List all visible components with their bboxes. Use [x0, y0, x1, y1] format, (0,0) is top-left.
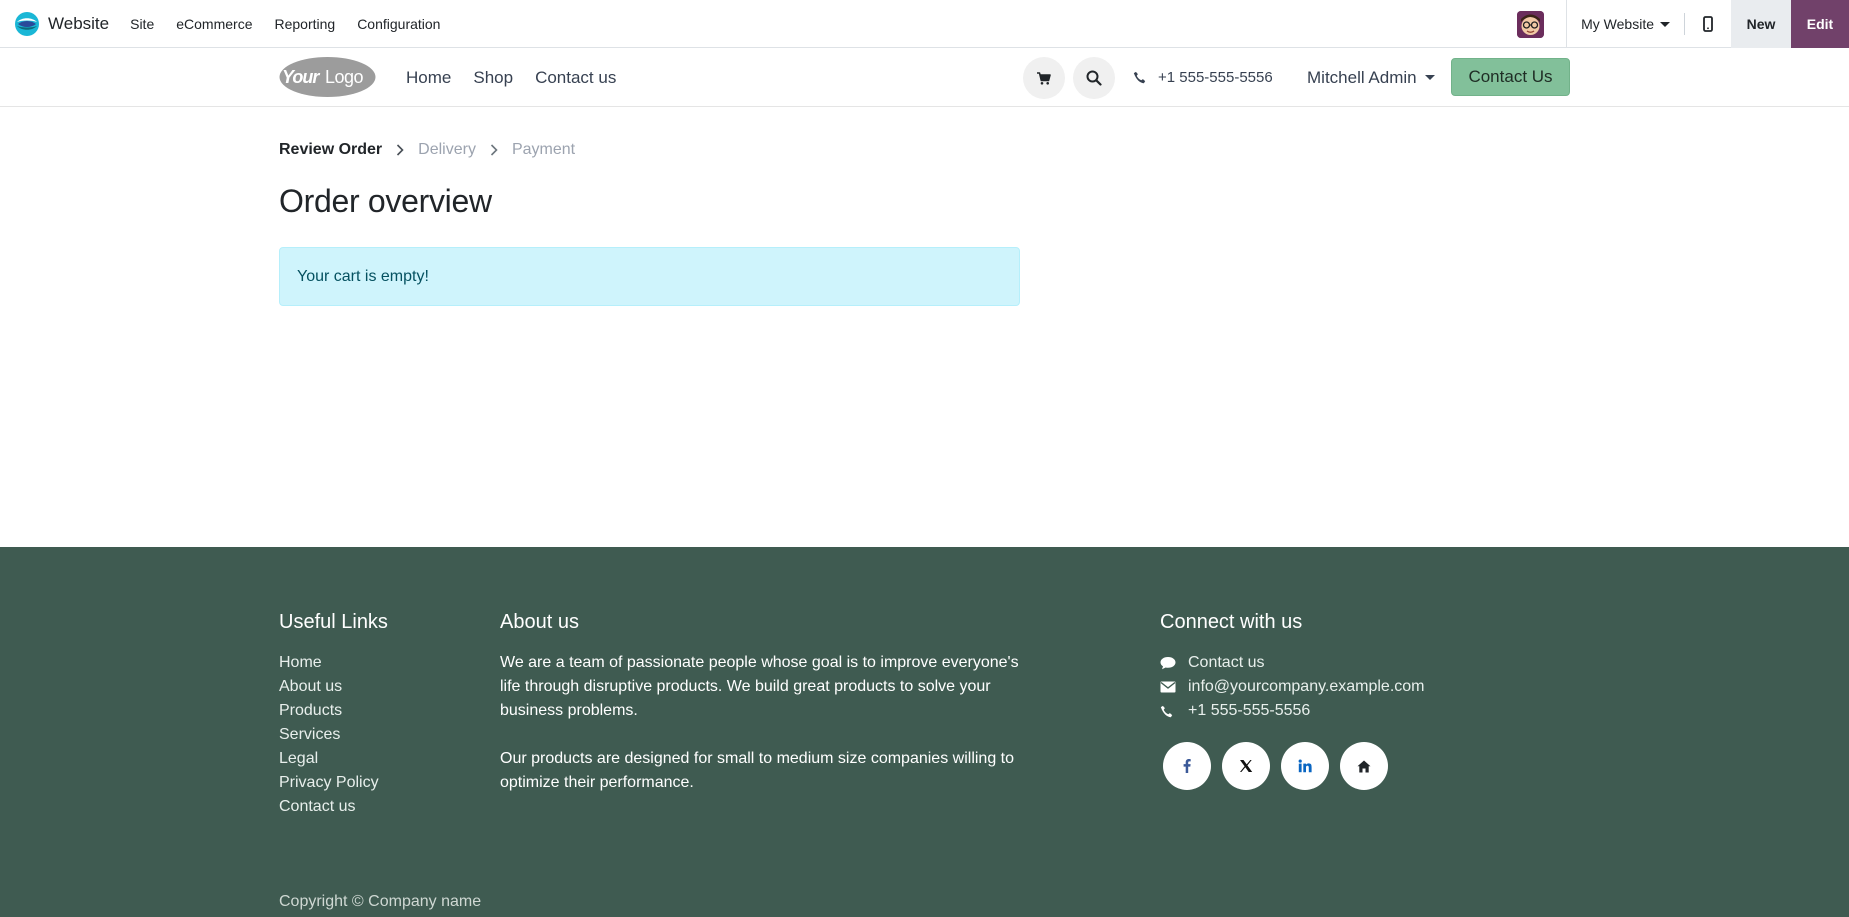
footer-phone-label: +1 555-555-5556: [1188, 702, 1311, 719]
footer-link-about-us[interactable]: About us: [279, 675, 388, 699]
about-paragraph: We are a team of passionate people whose…: [500, 654, 1019, 719]
website-switcher[interactable]: My Website: [1567, 0, 1684, 48]
nav-home[interactable]: Home: [395, 68, 462, 88]
home-icon: [1357, 760, 1371, 772]
site-footer: Useful Links Home About us Products Serv…: [0, 547, 1849, 917]
footer-email[interactable]: info@yourcompany.example.com: [1160, 675, 1425, 699]
checkout-steps: Review Order Delivery Payment: [279, 141, 575, 159]
social-links: [1163, 742, 1425, 790]
mobile-icon: [1703, 16, 1713, 32]
footer-phone[interactable]: +1 555-555-5556: [1160, 699, 1425, 723]
footer-link-products[interactable]: Products: [279, 699, 388, 723]
cart-icon: [1037, 71, 1051, 85]
step-review-order[interactable]: Review Order: [279, 141, 382, 159]
footer-link-legal[interactable]: Legal: [279, 747, 388, 771]
x-twitter-button[interactable]: [1222, 742, 1270, 790]
nav-shop[interactable]: Shop: [462, 68, 524, 88]
mobile-preview-button[interactable]: [1685, 0, 1731, 48]
chevron-right-icon: [490, 144, 498, 156]
chevron-right-icon: [396, 144, 404, 156]
menu-site[interactable]: Site: [119, 0, 165, 48]
comment-icon: [1160, 656, 1188, 670]
footer-link-privacy-policy[interactable]: Privacy Policy: [279, 771, 388, 795]
step-payment[interactable]: Payment: [512, 141, 575, 159]
avatar-face-icon: [1517, 10, 1545, 38]
footer-heading: Useful Links: [279, 611, 388, 633]
footer-about: About us We are a team of passionate peo…: [500, 611, 1020, 795]
footer-link-home[interactable]: Home: [279, 651, 388, 675]
footer-link-services[interactable]: Services: [279, 723, 388, 747]
empty-cart-alert: Your cart is empty!: [279, 247, 1020, 306]
website-switcher-label: My Website: [1581, 16, 1654, 32]
facebook-button[interactable]: [1163, 742, 1211, 790]
linkedin-button[interactable]: [1281, 742, 1329, 790]
footer-connect: Connect with us Contact us info@yourcomp…: [1160, 611, 1425, 790]
app-name: Website: [48, 13, 110, 33]
new-content-button[interactable]: New: [1731, 0, 1791, 48]
copyright: Copyright © Company name: [279, 893, 482, 910]
footer-useful-links: Useful Links Home About us Products Serv…: [279, 611, 388, 819]
admin-menu: Site eCommerce Reporting Configuration: [119, 0, 451, 48]
search-icon: [1086, 70, 1102, 86]
menu-ecommerce[interactable]: eCommerce: [165, 0, 263, 48]
empty-cart-message: Your cart is empty!: [297, 267, 429, 285]
facebook-icon: [1183, 759, 1191, 773]
svg-text:Your: Your: [282, 67, 320, 87]
admin-right-controls: My Website New Edit: [1517, 0, 1849, 48]
footer-email-label: info@yourcompany.example.com: [1188, 678, 1425, 695]
footer-heading: Connect with us: [1160, 611, 1303, 633]
linkedin-icon: [1298, 759, 1312, 773]
edit-button[interactable]: Edit: [1791, 0, 1849, 48]
your-logo-image: Your Logo: [279, 57, 376, 97]
page-title: Order overview: [279, 183, 492, 219]
phone-icon: [1160, 705, 1188, 718]
search-button[interactable]: [1073, 57, 1115, 99]
user-menu[interactable]: Mitchell Admin: [1307, 48, 1435, 107]
menu-reporting[interactable]: Reporting: [263, 0, 346, 48]
header-phone[interactable]: +1 555-555-5556: [1133, 48, 1273, 107]
about-text: We are a team of passionate people whose…: [500, 651, 1020, 795]
footer-heading: About us: [500, 611, 579, 633]
app-brand[interactable]: Website: [14, 0, 109, 48]
nav-contact-us[interactable]: Contact us: [524, 68, 627, 88]
user-name: Mitchell Admin: [1307, 67, 1417, 87]
contact-us-cta-button[interactable]: Contact Us: [1451, 58, 1570, 96]
menu-configuration[interactable]: Configuration: [346, 0, 451, 48]
footer-contact-us-label: Contact us: [1188, 654, 1265, 671]
admin-navbar: Website Site eCommerce Reporting Configu…: [0, 0, 1849, 48]
website-app-icon: [15, 11, 39, 36]
about-paragraph: Our products are designed for small to m…: [500, 750, 1015, 791]
header-phone-number: +1 555-555-5556: [1158, 69, 1273, 86]
footer-link-contact-us[interactable]: Contact us: [279, 795, 388, 819]
svg-text:Logo: Logo: [325, 67, 364, 87]
site-header: Your Logo Home Shop Contact us +1 555-55…: [0, 48, 1849, 107]
caret-down-icon: [1424, 75, 1435, 80]
home-button[interactable]: [1340, 742, 1388, 790]
phone-icon: [1133, 71, 1146, 84]
step-delivery[interactable]: Delivery: [418, 141, 476, 159]
cart-button[interactable]: [1023, 57, 1065, 99]
caret-down-icon: [1660, 21, 1670, 27]
footer-contact-us[interactable]: Contact us: [1160, 651, 1425, 675]
user-avatar[interactable]: [1517, 10, 1545, 38]
x-twitter-icon: [1240, 760, 1253, 772]
main-nav: Home Shop Contact us: [395, 48, 627, 107]
site-logo[interactable]: Your Logo: [279, 56, 376, 98]
envelope-icon: [1160, 681, 1188, 693]
